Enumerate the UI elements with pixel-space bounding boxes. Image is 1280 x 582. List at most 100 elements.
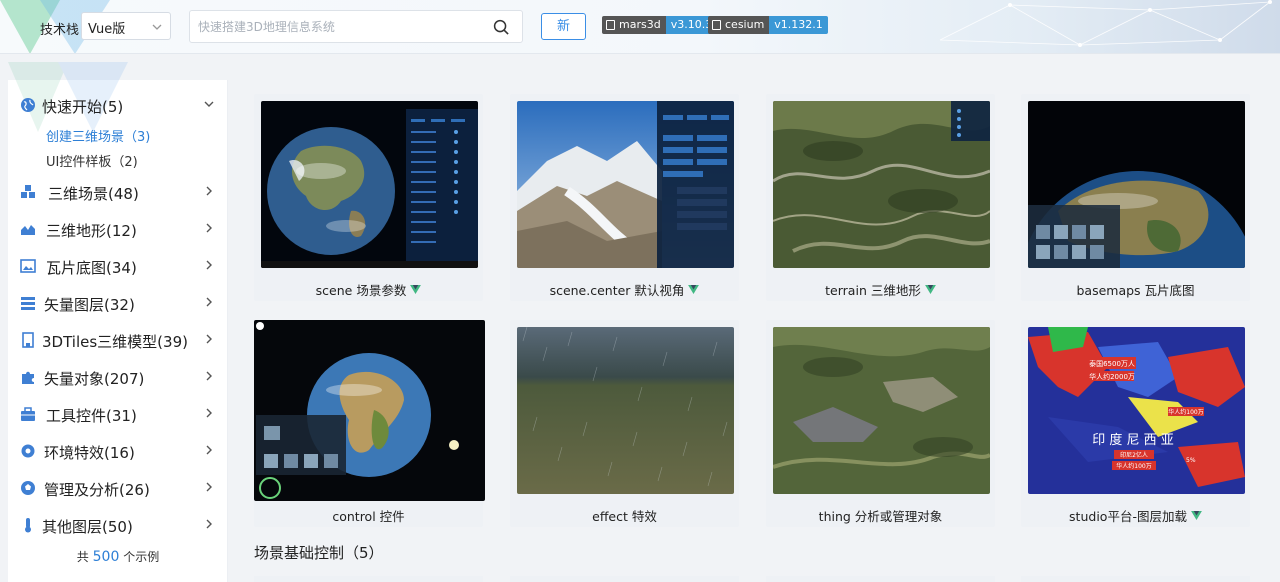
sidebar: 快速开始(5) 创建三维场景（3) UI控件样板（2) 三维场景(48) 三维地… <box>8 62 228 582</box>
image-icon <box>20 259 36 273</box>
card-title-text: basemaps 瓦片底图 <box>1076 283 1195 298</box>
vue-icon <box>924 285 936 294</box>
globe-icon <box>21 98 35 112</box>
example-card[interactable]: terrain 三维地形 <box>766 94 995 301</box>
card-title-text: thing 分析或管理对象 <box>818 509 943 524</box>
chevron-right-icon <box>206 334 212 344</box>
card-thumbnail: 泰国6500万人 华人约2000万 华人约100万 印 度 尼 西 亚 印尼2亿… <box>1028 327 1245 494</box>
cesium-version-badge[interactable]: cesium v1.132.1 <box>708 16 828 34</box>
sidebar-item-label: 快速开始(5) <box>42 98 124 116</box>
example-total: 共 500 个示例 <box>8 548 228 565</box>
chevron-right-icon <box>206 519 212 529</box>
card-title: effect 特效 <box>510 506 739 525</box>
map-label-indo-pop: 印尼2亿人 <box>1120 451 1148 459</box>
card-thumbnail <box>517 101 734 268</box>
card-placeholder <box>510 576 739 582</box>
card-thumbnail <box>773 327 990 494</box>
chevron-right-icon <box>206 408 212 418</box>
chevron-right-icon <box>206 297 212 307</box>
area-chart-icon <box>21 225 35 235</box>
sidebar-item-label: 三维地形(12) <box>46 222 137 240</box>
example-card[interactable]: thing 分析或管理对象 <box>766 320 995 527</box>
sidebar-item-other-layers[interactable]: 其他图层(50) <box>8 510 228 540</box>
card-placeholder <box>1021 576 1250 582</box>
github-icon <box>606 20 615 30</box>
sidebar-item-vector-objects[interactable]: 矢量对象(207) <box>8 362 228 392</box>
card-placeholder <box>254 576 483 582</box>
analysis-terrain-thumbnail-icon <box>773 327 990 494</box>
total-count: 500 <box>92 549 120 565</box>
sidebar-item-terrain[interactable]: 三维地形(12) <box>8 214 228 244</box>
badge-value: v1.132.1 <box>769 16 828 34</box>
map-label-indonesia: 印 度 尼 西 亚 <box>1092 432 1174 448</box>
new-button[interactable]: 新 <box>541 13 586 40</box>
thermometer-icon <box>25 518 31 533</box>
sidebar-item-basemaps[interactable]: 瓦片底图(34) <box>8 251 228 281</box>
sidebar-item-3dtiles[interactable]: 3DTiles三维模型(39) <box>8 325 228 355</box>
card-title-text: effect 特效 <box>592 509 657 524</box>
terrain-thumbnail-icon <box>773 101 990 268</box>
search-input[interactable] <box>198 18 478 36</box>
example-card[interactable]: effect 特效 <box>510 320 739 527</box>
puzzle-icon <box>22 371 34 384</box>
map-label-pop2: 华人约2000万 <box>1089 372 1135 381</box>
tech-stack-value: Vue版 <box>88 22 126 37</box>
sidebar-item-tools[interactable]: 工具控件(31) <box>8 399 228 429</box>
card-thumbnail <box>261 101 478 268</box>
map-label-pop1: 泰国6500万人 <box>1089 359 1135 368</box>
card-thumbnail <box>773 101 990 268</box>
population-map-thumbnail-icon: 泰国6500万人 华人约2000万 华人约100万 印 度 尼 西 亚 印尼2亿… <box>1028 327 1245 494</box>
football-icon <box>21 481 35 495</box>
card-title: thing 分析或管理对象 <box>766 506 995 525</box>
card-title-text: scene 场景参数 <box>315 283 407 298</box>
rain-effect-thumbnail-icon <box>517 327 734 494</box>
sidebar-item-label: 瓦片底图(34) <box>46 259 137 277</box>
toolbox-icon <box>21 407 35 421</box>
example-card[interactable]: scene 场景参数 <box>254 94 483 301</box>
sidebar-item-label: 管理及分析(26) <box>44 481 150 499</box>
sidebar-item-label: 三维场景(48) <box>48 185 139 203</box>
sidebar-item-vector-layers[interactable]: 矢量图层(32) <box>8 288 228 318</box>
sidebar-item-quick-start[interactable]: 快速开始(5) <box>8 90 228 120</box>
badge-key: mars3d <box>619 18 661 31</box>
chevron-right-icon <box>206 186 212 196</box>
card-title: scene.center 默认视角 <box>510 280 739 299</box>
card-thumbnail <box>1028 101 1245 268</box>
example-card[interactable]: 泰国6500万人 华人约2000万 华人约100万 印 度 尼 西 亚 印尼2亿… <box>1021 320 1250 527</box>
chevron-right-icon <box>206 260 212 270</box>
example-card[interactable]: scene.center 默认视角 <box>510 94 739 301</box>
section-title: 场景基础控制（5） <box>254 544 384 562</box>
basemap-globe-thumbnail-icon <box>1028 101 1245 268</box>
card-thumbnail <box>254 320 485 501</box>
sidebar-subitem-ui-controls[interactable]: UI控件样板（2) <box>46 151 138 170</box>
chevron-down-icon <box>204 101 214 107</box>
example-card[interactable]: control 控件 <box>254 320 485 527</box>
map-label-indo-cn: 华人约100万 <box>1116 462 1151 470</box>
search-icon[interactable] <box>493 19 510 36</box>
control-globe-thumbnail-icon <box>254 320 485 501</box>
card-title-text: studio平台-图层加载 <box>1069 509 1187 524</box>
chevron-right-icon <box>206 482 212 492</box>
card-title: control 控件 <box>254 506 483 525</box>
sidebar-item-3d-scene[interactable]: 三维场景(48) <box>8 177 228 207</box>
example-card[interactable]: basemaps 瓦片底图 <box>1021 94 1250 301</box>
card-title: scene 场景参数 <box>254 280 483 299</box>
card-title-text: control 控件 <box>332 509 405 524</box>
card-title: basemaps 瓦片底图 <box>1021 280 1250 299</box>
sidebar-item-label: 环境特效(16) <box>44 444 135 462</box>
map-label-pop3: 华人约100万 <box>1168 408 1203 416</box>
chevron-down-icon <box>152 24 162 30</box>
sidebar-subitem-create-scene[interactable]: 创建三维场景（3) <box>46 126 150 145</box>
chevron-right-icon <box>206 445 212 455</box>
tech-stack-select[interactable]: Vue版 <box>81 12 171 40</box>
sidebar-item-effects[interactable]: 环境特效(16) <box>8 436 228 466</box>
vue-icon <box>410 285 422 294</box>
search-box <box>189 10 523 43</box>
total-suffix: 个示例 <box>123 550 160 564</box>
card-placeholder <box>766 576 995 582</box>
card-title-text: terrain 三维地形 <box>825 283 921 298</box>
card-thumbnail <box>517 327 734 494</box>
mars3d-version-badge[interactable]: mars3d v3.10.3 <box>602 16 718 34</box>
sidebar-item-label: 矢量对象(207) <box>44 370 145 388</box>
sidebar-item-analysis[interactable]: 管理及分析(26) <box>8 473 228 503</box>
